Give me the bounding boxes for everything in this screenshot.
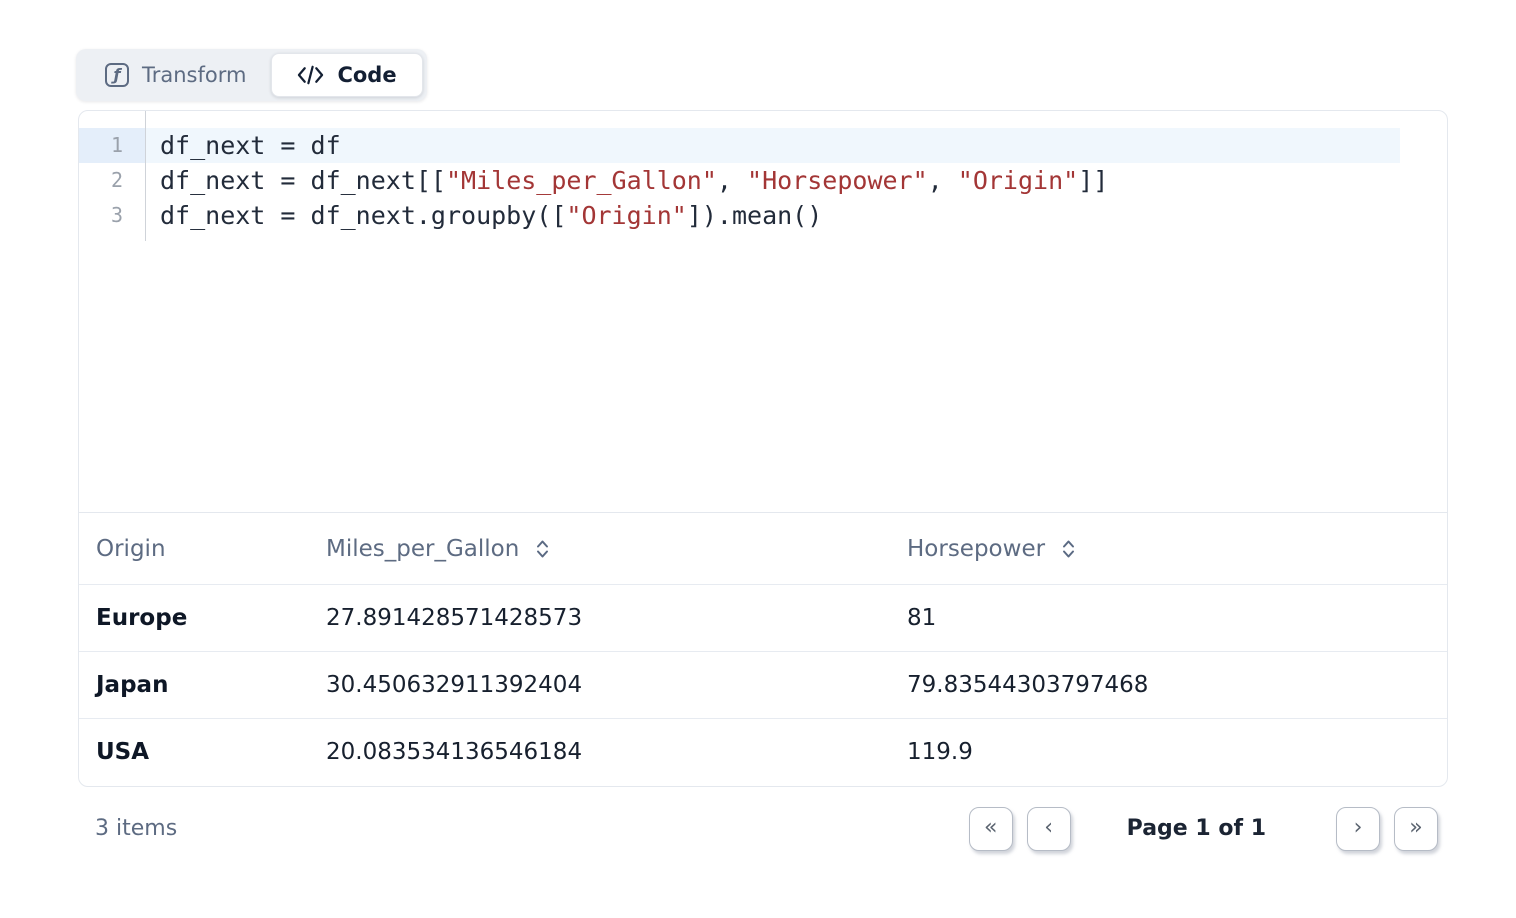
table-row: USA20.083534136546184119.9 [79,719,1447,785]
column-header-label: Horsepower [907,536,1045,562]
cell-horsepower: 119.9 [907,739,1447,765]
code-token-string: "Origin" [566,201,686,230]
function-icon: ƒ [105,63,129,87]
code-token: ]).mean() [687,201,822,230]
code-token-string: "Horsepower" [747,166,928,195]
sort-icon[interactable] [1062,539,1075,559]
table-body: Europe27.89142857142857381Japan30.450632… [79,585,1447,785]
cell-origin: USA [96,739,326,765]
line-number: 1 [79,128,145,163]
code-icon [297,65,324,85]
cell-origin: Japan [96,672,326,698]
table-header-row: Origin Miles_per_Gallon Horsepower [79,513,1447,585]
next-page-button[interactable]: › [1336,807,1380,851]
code-token: , [928,166,958,195]
cell-miles-per-gallon: 30.450632911392404 [326,672,907,698]
code-token: df_next = df_next.groupby([ [160,201,566,230]
code-line[interactable]: df_next = df_next.groupby(["Origin"]).me… [146,198,1447,233]
code-token: , [717,166,747,195]
column-header-horsepower[interactable]: Horsepower [907,536,1447,562]
code-token: df_next = df [160,131,341,160]
first-page-button[interactable]: « [969,807,1013,851]
code-token: df_next = df_next[[ [160,166,446,195]
column-header-label: Miles_per_Gallon [326,536,519,562]
code-editor[interactable]: 123 df_next = df df_next = df_next[["Mile… [79,111,1447,513]
table-row: Europe27.89142857142857381 [79,585,1447,652]
pagination: « ‹ Page 1 of 1 › » [969,807,1438,851]
tab-code-label: Code [337,63,396,87]
cell-horsepower: 79.83544303797468 [907,672,1447,698]
cell-origin: Europe [96,605,326,631]
code-token-string: "Miles_per_Gallon" [446,166,717,195]
column-header-miles_per_gallon[interactable]: Miles_per_Gallon [326,536,907,562]
items-count: 3 items [95,816,177,841]
tab-code[interactable]: Code [271,53,422,97]
last-page-button[interactable]: » [1394,807,1438,851]
editor-lines: df_next = df df_next = df_next[["Miles_pe… [146,111,1447,512]
code-line[interactable]: df_next = df [146,128,1400,163]
editor-gutter: 123 [79,111,146,241]
code-line[interactable]: df_next = df_next[["Miles_per_Gallon", "… [146,163,1447,198]
cell-horsepower: 81 [907,605,1447,631]
cell-miles-per-gallon: 27.891428571428573 [326,605,907,631]
transform-panel: 123 df_next = df df_next = df_next[["Mile… [78,110,1448,787]
code-token-string: "Origin" [958,166,1078,195]
page-indicator: Page 1 of 1 [1127,816,1266,841]
tab-transform-label: Transform [142,63,246,87]
cell-miles-per-gallon: 20.083534136546184 [326,739,907,765]
table-footer: 3 items « ‹ Page 1 of 1 › » [78,787,1448,870]
line-number: 3 [79,198,145,233]
code-token: ]] [1078,166,1108,195]
tab-transform[interactable]: ƒ Transform [80,53,271,97]
view-toggle: ƒ Transform Code [76,49,427,101]
column-header-label: Origin [96,536,166,562]
column-header-origin: Origin [96,536,326,562]
result-table: OriginMiles_per_GallonHorsepower Europe2… [79,513,1447,785]
previous-page-button[interactable]: ‹ [1027,807,1071,851]
table-row: Japan30.45063291139240479.83544303797468 [79,652,1447,719]
line-number: 2 [79,163,145,198]
sort-icon[interactable] [536,539,549,559]
